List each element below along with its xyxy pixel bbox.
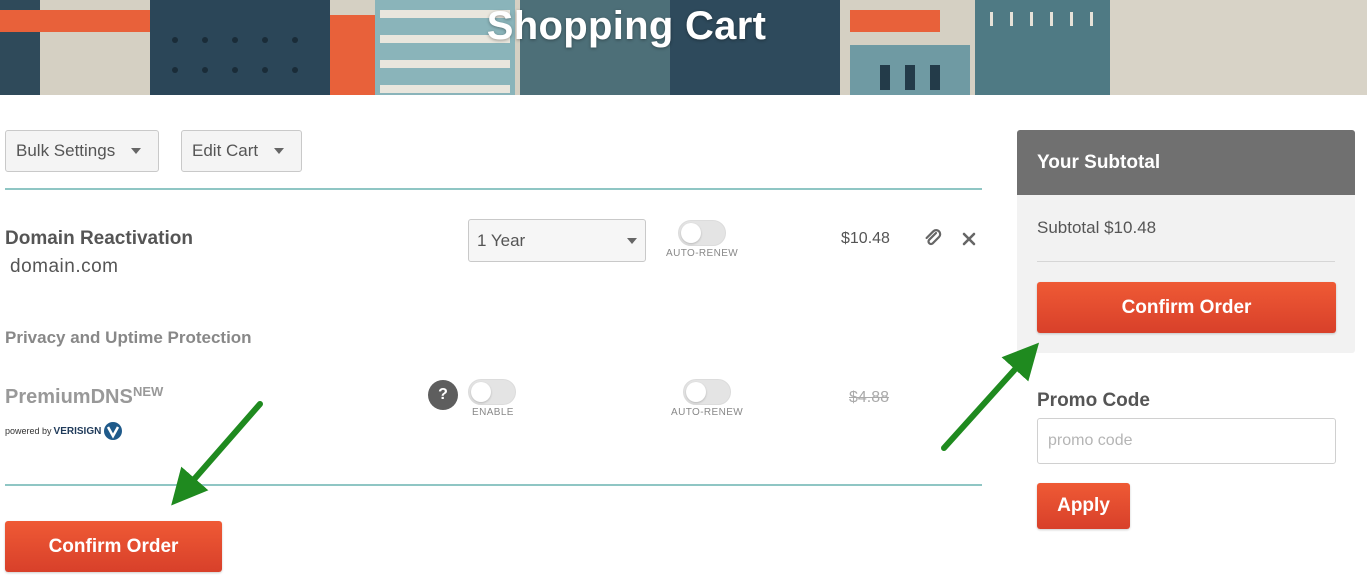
verisign-logo-icon (104, 422, 123, 440)
powered-by-text: powered by (5, 426, 52, 436)
premiumdns-auto-renew-label: AUTO-RENEW (671, 407, 744, 418)
apply-label: Apply (1057, 495, 1110, 516)
promo-code-input[interactable] (1037, 418, 1336, 464)
period-select[interactable]: 1 Year (468, 219, 646, 262)
bulk-settings-dropdown[interactable]: Bulk Settings (5, 130, 159, 172)
caret-down-icon (274, 148, 285, 154)
divider-top (5, 188, 982, 190)
close-icon[interactable] (958, 228, 980, 250)
promo-code-label: Promo Code (1037, 390, 1150, 411)
caret-down-icon (131, 148, 142, 154)
auto-renew-toggle[interactable] (678, 220, 726, 246)
sidebar-confirm-order-button[interactable]: Confirm Order (1037, 282, 1336, 333)
subtotal-heading-text: Your Subtotal (1037, 151, 1161, 173)
protection-section-label: Privacy and Uptime Protection (5, 328, 252, 347)
period-value: 1 Year (477, 230, 526, 250)
confirm-order-button[interactable]: Confirm Order (5, 521, 222, 572)
arrow-annotation-icon (941, 342, 1040, 451)
premiumdns-price: $4.88 (849, 389, 890, 406)
divider-bottom (5, 484, 982, 486)
cart-item-domain: domain.com (10, 256, 119, 277)
caret-down-icon (627, 237, 637, 244)
premiumdns-name: PremiumDNS (5, 386, 133, 408)
subtotal-divider (1037, 261, 1335, 262)
auto-renew-label: AUTO-RENEW (666, 248, 739, 259)
verisign-text: VERISIGN (53, 425, 102, 437)
paperclip-icon[interactable] (922, 228, 944, 250)
powered-by-verisign: powered by VERISIGN (5, 421, 125, 441)
confirm-order-label: Confirm Order (48, 535, 179, 557)
arrow-annotation-icon (171, 401, 263, 506)
enable-label: ENABLE (472, 407, 514, 418)
cart-item-price: $10.48 (841, 230, 890, 247)
premiumdns-enable-toggle[interactable] (468, 379, 516, 405)
edit-cart-dropdown[interactable]: Edit Cart (181, 130, 302, 172)
subtotal-heading: Your Subtotal (1017, 130, 1355, 195)
cart-item-title: Domain Reactivation (5, 228, 193, 249)
sidebar-confirm-order-label: Confirm Order (1121, 296, 1252, 318)
help-icon[interactable]: ? (428, 380, 458, 410)
bulk-settings-label: Bulk Settings (16, 141, 116, 160)
page-banner: Shopping Cart (0, 0, 1367, 95)
premiumdns-auto-renew-toggle[interactable] (683, 379, 731, 405)
page-title: Shopping Cart (486, 4, 767, 48)
subtotal-amount: Subtotal $10.48 (1037, 218, 1157, 237)
apply-promo-button[interactable]: Apply (1037, 483, 1130, 529)
edit-cart-label: Edit Cart (192, 141, 259, 160)
new-badge: NEW (133, 384, 164, 399)
